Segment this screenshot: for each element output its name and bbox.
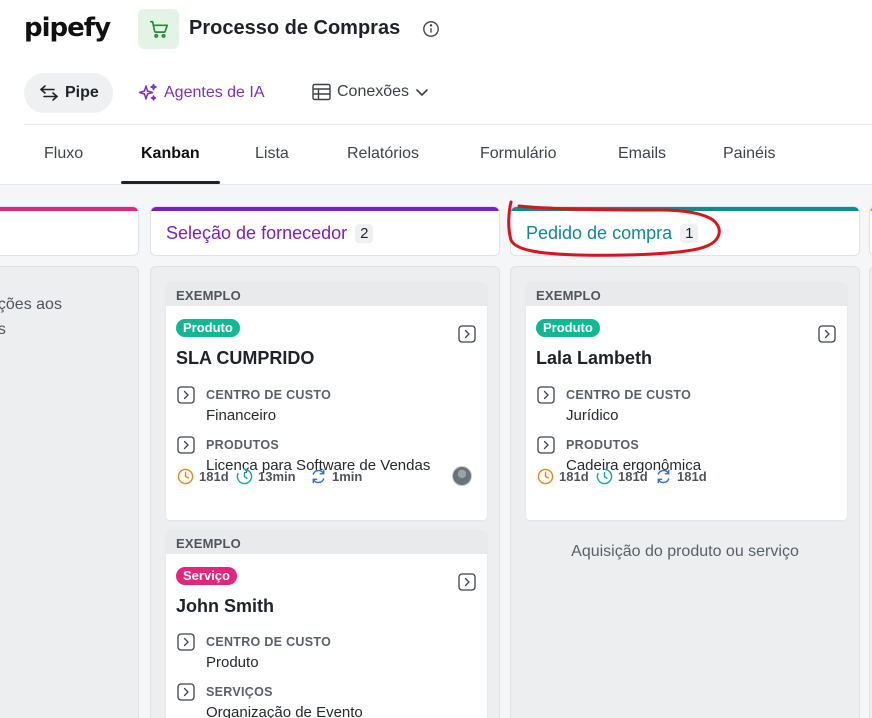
- field-value: Financeiro: [206, 407, 277, 424]
- view-tabs: Fluxo Kanban Lista Relatórios Formulário…: [0, 125, 872, 185]
- page-title: Processo de Compras: [189, 17, 401, 39]
- tag-produto: Produto: [176, 319, 240, 337]
- field-label: CENTRO DE CUSTO: [206, 635, 332, 649]
- field-arrow-icon: [537, 436, 555, 454]
- swap-arrows-icon: [40, 85, 58, 101]
- phase-column-partial: ações aos es: [0, 266, 139, 718]
- metric-value: 181d: [677, 469, 707, 484]
- cycle-icon: [312, 469, 325, 484]
- field-label: PRODUTOS: [566, 438, 640, 452]
- metric-value: 1min: [332, 469, 363, 484]
- sparkle-icon: [138, 83, 157, 101]
- metric-phase-time: 181d: [596, 468, 648, 485]
- field-value: Produto: [206, 654, 259, 671]
- tag-produto: Produto: [536, 319, 600, 337]
- metric-age: 181d: [177, 468, 229, 485]
- tab-kanban[interactable]: Kanban: [141, 145, 200, 163]
- timer-icon: [236, 468, 253, 485]
- metric-value: 181d: [618, 469, 648, 484]
- field-centro-de-custo: CENTRO DE CUSTO Produto: [176, 633, 476, 673]
- metric-value: 181d: [199, 469, 229, 484]
- phase-card-count: 1: [680, 224, 699, 243]
- field-arrow-icon: [177, 386, 195, 404]
- card-metrics: 181d 13min 1min: [176, 467, 476, 487]
- assignee-avatar[interactable]: [452, 466, 472, 486]
- tab-formulario[interactable]: Formulário: [480, 145, 556, 163]
- pipefy-logo[interactable]: pipefy: [24, 13, 111, 43]
- card-label: EXEMPLO: [166, 530, 487, 554]
- connections-label: Conexões: [337, 83, 410, 100]
- phase-color-bar: [511, 207, 859, 211]
- pipe-icon-box: [138, 9, 179, 49]
- field-value: Jurídico: [566, 407, 619, 424]
- field-label: CENTRO DE CUSTO: [566, 388, 692, 402]
- pipe-button-label: Pipe: [65, 84, 99, 101]
- pipe-button[interactable]: Pipe: [24, 73, 113, 113]
- field-arrow-icon: [537, 386, 555, 404]
- tab-lista[interactable]: Lista: [255, 145, 289, 163]
- card-title: SLA CUMPRIDO: [176, 348, 315, 368]
- metric-phase-time: 13min: [236, 468, 296, 485]
- field-label: CENTRO DE CUSTO: [206, 388, 332, 402]
- timer-icon: [596, 468, 613, 485]
- phase-header-pedido[interactable]: Pedido de compra 1: [510, 206, 860, 256]
- phase-title-text: Seleção de fornecedor: [166, 223, 348, 243]
- info-icon[interactable]: [422, 20, 440, 38]
- tag-servico: Serviço: [176, 567, 237, 585]
- phase-card-count: 2: [355, 224, 374, 243]
- chevron-down-icon: [416, 89, 428, 97]
- field-centro-de-custo: CENTRO DE CUSTO Financeiro: [176, 386, 476, 426]
- card-john-smith[interactable]: EXEMPLO Serviço John Smith CENTRO DE CUS…: [166, 530, 487, 718]
- cart-icon: [149, 20, 168, 38]
- clock-icon: [537, 468, 554, 485]
- tab-paineis[interactable]: Painéis: [723, 145, 775, 163]
- field-arrow-icon: [177, 633, 195, 651]
- agents-button[interactable]: Agentes de IA: [138, 83, 265, 103]
- card-label: EXEMPLO: [526, 282, 847, 306]
- open-card-icon[interactable]: [818, 325, 836, 343]
- phase-description-line: ações aos: [0, 296, 62, 313]
- phase-column-selecao: EXEMPLO Produto SLA CUMPRIDO CENTRO DE C…: [150, 266, 500, 718]
- phase-title: Seleção de fornecedor 2: [166, 223, 374, 244]
- cycle-icon: [657, 469, 670, 484]
- field-centro-de-custo: CENTRO DE CUSTO Jurídico: [536, 386, 836, 426]
- open-card-icon[interactable]: [458, 573, 476, 591]
- field-servicos: SERVIÇOS Organização de Evento: [176, 683, 476, 718]
- metric-cycle: 181d: [655, 468, 707, 485]
- tab-emails[interactable]: Emails: [618, 145, 666, 163]
- phase-description-line: es: [0, 321, 6, 339]
- card-title: Lala Lambeth: [536, 348, 653, 368]
- metric-age: 181d: [537, 468, 589, 485]
- open-card-icon[interactable]: [458, 325, 476, 343]
- card-lala-lambeth[interactable]: EXEMPLO Produto Lala Lambeth CENTRO DE C…: [526, 282, 847, 520]
- phase-description: Aquisição do produto ou serviço: [571, 543, 799, 560]
- card-metrics: 181d 181d 181d: [536, 467, 836, 487]
- metric-cycle: 1min: [310, 468, 362, 485]
- field-label: SERVIÇOS: [206, 685, 273, 699]
- clock-icon: [177, 468, 194, 485]
- connections-dropdown[interactable]: Conexões: [312, 83, 429, 101]
- tab-relatorios[interactable]: Relatórios: [347, 145, 419, 163]
- phase-column-pedido: EXEMPLO Produto Lala Lambeth CENTRO DE C…: [510, 266, 860, 718]
- phase-header-selecao[interactable]: Seleção de fornecedor 2: [150, 206, 500, 256]
- field-value: Organização de Evento: [206, 704, 363, 718]
- field-arrow-icon: [177, 683, 195, 701]
- kanban-board[interactable]: ações aos es Seleção de fornecedor 2 EXEM…: [0, 185, 872, 718]
- phase-header-partial[interactable]: [0, 206, 139, 256]
- phase-color-bar: [0, 207, 138, 211]
- card-label: EXEMPLO: [166, 282, 487, 306]
- agents-button-label: Agentes de IA: [164, 84, 265, 101]
- field-label: PRODUTOS: [206, 438, 280, 452]
- phase-title-text: Pedido de compra: [526, 223, 673, 243]
- table-icon: [312, 83, 331, 101]
- metric-value: 181d: [559, 469, 589, 484]
- field-arrow-icon: [177, 436, 195, 454]
- phase-color-bar: [151, 207, 499, 211]
- metric-value: 13min: [258, 469, 296, 484]
- card-sla-cumprido[interactable]: EXEMPLO Produto SLA CUMPRIDO CENTRO DE C…: [166, 282, 487, 520]
- tab-fluxo[interactable]: Fluxo: [44, 145, 83, 163]
- card-title: John Smith: [176, 596, 274, 616]
- phase-title: Pedido de compra 1: [526, 223, 699, 244]
